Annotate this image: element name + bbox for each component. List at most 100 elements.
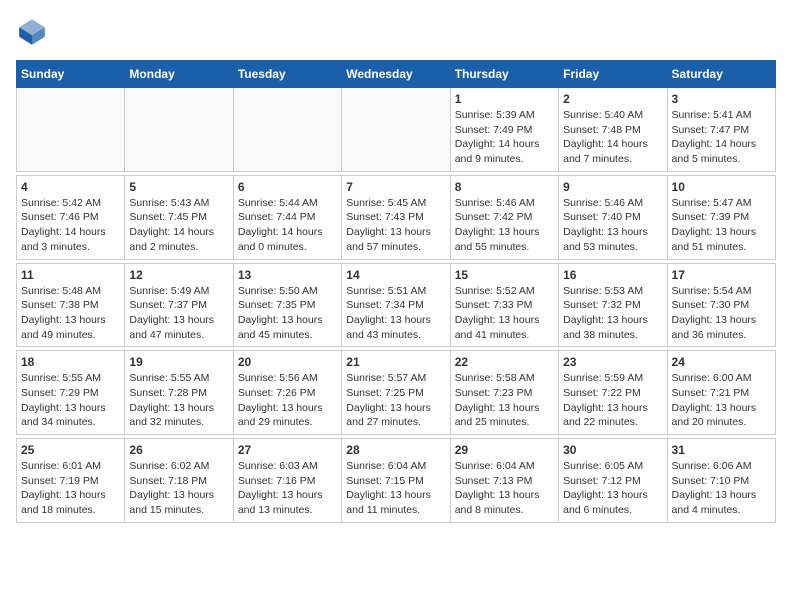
weekday-header: Saturday <box>667 61 775 88</box>
calendar-cell: 8 Sunrise: 5:46 AMSunset: 7:42 PMDaylight… <box>450 175 558 259</box>
logo-icon <box>16 16 48 48</box>
calendar-cell: 19 Sunrise: 5:55 AMSunset: 7:28 PMDayligh… <box>125 351 233 435</box>
calendar-cell: 3 Sunrise: 5:41 AMSunset: 7:47 PMDaylight… <box>667 88 775 172</box>
calendar-cell: 15 Sunrise: 5:52 AMSunset: 7:33 PMDayligh… <box>450 263 558 347</box>
day-number: 1 <box>455 92 554 106</box>
weekday-header: Friday <box>559 61 667 88</box>
day-info: Sunrise: 5:51 AMSunset: 7:34 PMDaylight:… <box>346 284 445 343</box>
calendar-cell: 20 Sunrise: 5:56 AMSunset: 7:26 PMDayligh… <box>233 351 341 435</box>
day-number: 10 <box>672 180 771 194</box>
calendar-cell: 24 Sunrise: 6:00 AMSunset: 7:21 PMDayligh… <box>667 351 775 435</box>
calendar-cell: 7 Sunrise: 5:45 AMSunset: 7:43 PMDaylight… <box>342 175 450 259</box>
day-number: 27 <box>238 443 337 457</box>
calendar-cell: 31Sunrise: 6:06 AMSunset: 7:10 PMDayligh… <box>667 439 775 523</box>
weekday-header: Thursday <box>450 61 558 88</box>
day-number: 26 <box>129 443 228 457</box>
day-number: 8 <box>455 180 554 194</box>
calendar-cell <box>125 88 233 172</box>
day-info: Sunrise: 5:48 AMSunset: 7:38 PMDaylight:… <box>21 284 120 343</box>
day-number: 24 <box>672 355 771 369</box>
calendar-week-row: 18 Sunrise: 5:55 AMSunset: 7:29 PMDayligh… <box>17 351 776 435</box>
day-number: 3 <box>672 92 771 106</box>
calendar-cell: 1Sunrise: 5:39 AMSunset: 7:49 PMDaylight… <box>450 88 558 172</box>
day-number: 18 <box>21 355 120 369</box>
day-number: 31 <box>672 443 771 457</box>
page-header <box>16 16 776 48</box>
day-info: Sunrise: 6:01 AMSunset: 7:19 PMDaylight:… <box>21 459 120 518</box>
day-number: 20 <box>238 355 337 369</box>
day-info: Sunrise: 5:56 AMSunset: 7:26 PMDaylight:… <box>238 371 337 430</box>
day-number: 13 <box>238 268 337 282</box>
calendar-week-row: 1Sunrise: 5:39 AMSunset: 7:49 PMDaylight… <box>17 88 776 172</box>
day-number: 2 <box>563 92 662 106</box>
day-info: Sunrise: 5:46 AMSunset: 7:42 PMDaylight:… <box>455 196 554 255</box>
day-number: 21 <box>346 355 445 369</box>
day-number: 17 <box>672 268 771 282</box>
day-number: 14 <box>346 268 445 282</box>
weekday-header: Wednesday <box>342 61 450 88</box>
day-number: 29 <box>455 443 554 457</box>
calendar-cell: 30 Sunrise: 6:05 AMSunset: 7:12 PMDayligh… <box>559 439 667 523</box>
day-info: Sunrise: 5:40 AMSunset: 7:48 PMDaylight:… <box>563 108 662 167</box>
calendar-cell <box>342 88 450 172</box>
calendar-cell: 26 Sunrise: 6:02 AMSunset: 7:18 PMDayligh… <box>125 439 233 523</box>
day-number: 30 <box>563 443 662 457</box>
calendar-week-row: 4Sunrise: 5:42 AMSunset: 7:46 PMDaylight… <box>17 175 776 259</box>
calendar-week-row: 25 Sunrise: 6:01 AMSunset: 7:19 PMDayligh… <box>17 439 776 523</box>
calendar-week-row: 11Sunrise: 5:48 AMSunset: 7:38 PMDayligh… <box>17 263 776 347</box>
day-info: Sunrise: 6:03 AMSunset: 7:16 PMDaylight:… <box>238 459 337 518</box>
weekday-header-row: SundayMondayTuesdayWednesdayThursdayFrid… <box>17 61 776 88</box>
calendar-cell: 16 Sunrise: 5:53 AMSunset: 7:32 PMDayligh… <box>559 263 667 347</box>
calendar-cell: 25 Sunrise: 6:01 AMSunset: 7:19 PMDayligh… <box>17 439 125 523</box>
day-info: Sunrise: 5:58 AMSunset: 7:23 PMDaylight:… <box>455 371 554 430</box>
day-info: Sunrise: 5:57 AMSunset: 7:25 PMDaylight:… <box>346 371 445 430</box>
calendar-cell: 27 Sunrise: 6:03 AMSunset: 7:16 PMDayligh… <box>233 439 341 523</box>
calendar-cell: 17 Sunrise: 5:54 AMSunset: 7:30 PMDayligh… <box>667 263 775 347</box>
weekday-header: Monday <box>125 61 233 88</box>
day-number: 19 <box>129 355 228 369</box>
day-info: Sunrise: 5:41 AMSunset: 7:47 PMDaylight:… <box>672 108 771 167</box>
day-info: Sunrise: 6:04 AMSunset: 7:13 PMDaylight:… <box>455 459 554 518</box>
day-number: 15 <box>455 268 554 282</box>
weekday-header: Sunday <box>17 61 125 88</box>
day-number: 22 <box>455 355 554 369</box>
day-info: Sunrise: 6:00 AMSunset: 7:21 PMDaylight:… <box>672 371 771 430</box>
day-info: Sunrise: 5:47 AMSunset: 7:39 PMDaylight:… <box>672 196 771 255</box>
day-info: Sunrise: 5:54 AMSunset: 7:30 PMDaylight:… <box>672 284 771 343</box>
day-info: Sunrise: 5:43 AMSunset: 7:45 PMDaylight:… <box>129 196 228 255</box>
calendar-cell: 21 Sunrise: 5:57 AMSunset: 7:25 PMDayligh… <box>342 351 450 435</box>
calendar-cell: 18 Sunrise: 5:55 AMSunset: 7:29 PMDayligh… <box>17 351 125 435</box>
day-info: Sunrise: 5:52 AMSunset: 7:33 PMDaylight:… <box>455 284 554 343</box>
calendar-cell: 22 Sunrise: 5:58 AMSunset: 7:23 PMDayligh… <box>450 351 558 435</box>
calendar-cell: 13Sunrise: 5:50 AMSunset: 7:35 PMDayligh… <box>233 263 341 347</box>
day-number: 12 <box>129 268 228 282</box>
calendar-cell <box>17 88 125 172</box>
day-info: Sunrise: 6:05 AMSunset: 7:12 PMDaylight:… <box>563 459 662 518</box>
day-info: Sunrise: 5:49 AMSunset: 7:37 PMDaylight:… <box>129 284 228 343</box>
day-info: Sunrise: 5:53 AMSunset: 7:32 PMDaylight:… <box>563 284 662 343</box>
calendar-cell: 6Sunrise: 5:44 AMSunset: 7:44 PMDaylight… <box>233 175 341 259</box>
calendar-cell: 10 Sunrise: 5:47 AMSunset: 7:39 PMDayligh… <box>667 175 775 259</box>
calendar-cell <box>233 88 341 172</box>
day-info: Sunrise: 5:44 AMSunset: 7:44 PMDaylight:… <box>238 196 337 255</box>
day-number: 16 <box>563 268 662 282</box>
day-number: 23 <box>563 355 662 369</box>
day-info: Sunrise: 5:42 AMSunset: 7:46 PMDaylight:… <box>21 196 120 255</box>
day-info: Sunrise: 5:45 AMSunset: 7:43 PMDaylight:… <box>346 196 445 255</box>
day-number: 28 <box>346 443 445 457</box>
day-info: Sunrise: 6:04 AMSunset: 7:15 PMDaylight:… <box>346 459 445 518</box>
day-info: Sunrise: 6:02 AMSunset: 7:18 PMDaylight:… <box>129 459 228 518</box>
day-info: Sunrise: 5:59 AMSunset: 7:22 PMDaylight:… <box>563 371 662 430</box>
day-number: 7 <box>346 180 445 194</box>
day-info: Sunrise: 5:55 AMSunset: 7:29 PMDaylight:… <box>21 371 120 430</box>
day-number: 5 <box>129 180 228 194</box>
day-info: Sunrise: 5:55 AMSunset: 7:28 PMDaylight:… <box>129 371 228 430</box>
calendar-cell: 9Sunrise: 5:46 AMSunset: 7:40 PMDaylight… <box>559 175 667 259</box>
calendar-cell: 14 Sunrise: 5:51 AMSunset: 7:34 PMDayligh… <box>342 263 450 347</box>
day-number: 25 <box>21 443 120 457</box>
calendar-cell: 28 Sunrise: 6:04 AMSunset: 7:15 PMDayligh… <box>342 439 450 523</box>
calendar-cell: 23 Sunrise: 5:59 AMSunset: 7:22 PMDayligh… <box>559 351 667 435</box>
calendar-cell: 11Sunrise: 5:48 AMSunset: 7:38 PMDayligh… <box>17 263 125 347</box>
logo <box>16 16 52 48</box>
calendar-cell: 29 Sunrise: 6:04 AMSunset: 7:13 PMDayligh… <box>450 439 558 523</box>
